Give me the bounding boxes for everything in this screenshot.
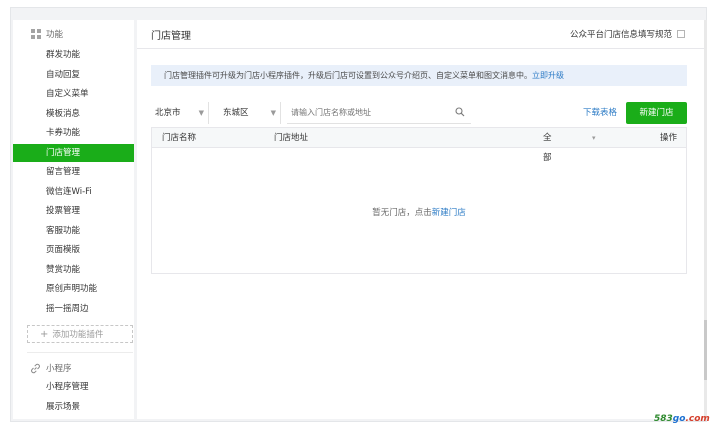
main-panel: 门店管理 公众平台门店信息填写规范 门店管理插件可升级为门店小程序插件，升级后门… xyxy=(137,20,705,419)
sidebar-item[interactable]: 摇一摇周边 xyxy=(13,300,134,318)
grid-icon xyxy=(30,29,41,40)
sidebar-item[interactable]: 客服功能 xyxy=(13,222,134,240)
chevron-down-icon: ▼ xyxy=(198,109,204,117)
sidebar-item[interactable]: 微信连Wi-Fi xyxy=(13,183,134,201)
download-table-link[interactable]: 下载表格 xyxy=(583,102,617,124)
sidebar-item-label: 赞赏功能 xyxy=(46,264,81,275)
spec-checkbox-icon xyxy=(677,30,685,38)
sidebar-item[interactable]: 群发功能 xyxy=(13,46,134,64)
title-divider xyxy=(137,48,705,49)
page-title: 门店管理 xyxy=(151,31,191,42)
sidebar-group-label: 功能 xyxy=(46,30,64,40)
upgrade-link[interactable]: 立即升级 xyxy=(532,71,564,80)
empty-text: 暂无门店，点击 xyxy=(372,208,432,218)
sidebar-item-label: 自定义菜单 xyxy=(46,89,89,99)
sidebar-item-label: 页面模版 xyxy=(46,245,81,255)
sidebar-item-label: 卡券功能 xyxy=(46,128,81,138)
spec-link[interactable]: 公众平台门店信息填写规范 xyxy=(570,28,685,40)
chevron-down-icon: ▾ xyxy=(592,134,596,142)
sidebar-group-miniprogram: 小程序 xyxy=(13,359,134,377)
sidebar-item-label: 投票管理 xyxy=(46,206,81,216)
sidebar-item-label: 原创声明功能 xyxy=(46,284,98,294)
search-input[interactable] xyxy=(287,102,471,124)
sidebar-item-label: 展示场景 xyxy=(46,402,81,412)
sidebar-item-label: 自动回复 xyxy=(46,69,81,80)
sidebar-item[interactable]: 原创声明功能 xyxy=(13,280,134,298)
scrollbar-thumb[interactable] xyxy=(704,320,707,380)
sidebar-item-label: 客服功能 xyxy=(46,225,81,236)
new-store-button[interactable]: 新建门店 xyxy=(626,102,687,124)
sidebar-group-label: 小程序 xyxy=(46,364,72,374)
sidebar-item-label: 小程序管理 xyxy=(46,382,89,392)
sidebar-item[interactable]: 自定义菜单 xyxy=(13,85,134,103)
spec-label: 公众平台门店信息填写规范 xyxy=(569,30,672,40)
sidebar-item[interactable]: 赞赏功能 xyxy=(13,261,134,279)
add-plugin-label: 添加功能插件 xyxy=(52,330,104,340)
empty-state: 暂无门店，点击新建门店 xyxy=(152,206,686,218)
sidebar-item[interactable]: 留言管理 xyxy=(13,163,134,181)
col-store-address: 门店地址 xyxy=(274,133,309,143)
sidebar-group-function: 功能 xyxy=(13,25,134,43)
col-action: 操作 xyxy=(660,133,678,143)
city-select-value: 北京市 xyxy=(155,108,181,118)
sidebar-item[interactable]: 门店管理 xyxy=(13,143,134,162)
sidebar-item[interactable]: 投票管理 xyxy=(13,202,134,220)
sidebar-item[interactable]: 模板消息 xyxy=(13,105,134,123)
sidebar-divider xyxy=(27,352,133,353)
sidebar-item-label: 摇一摇周边 xyxy=(46,303,89,314)
district-select[interactable]: 东城区 ▼ xyxy=(219,102,281,124)
sidebar-item-display-scene[interactable]: 展示场景 xyxy=(13,398,134,416)
watermark-logo: 583go.com xyxy=(654,414,710,424)
sidebar-item-label: 微信连Wi-Fi xyxy=(46,186,92,197)
notice-bar: 门店管理插件可升级为门店小程序插件，升级后门店可设置到公众号介绍页、自定义菜单和… xyxy=(151,65,687,86)
chevron-down-icon: ▼ xyxy=(270,109,276,117)
sidebar: 功能 群发功能自动回复自定义菜单模板消息卡券功能门店管理留言管理微信连Wi-Fi… xyxy=(13,20,134,419)
store-table: 门店名称 门店地址 全部 ▾ 操作 暂无门店，点击新建门店 xyxy=(151,127,687,274)
empty-new-store-link[interactable]: 新建门店 xyxy=(432,208,466,218)
sidebar-item[interactable]: 卡券功能 xyxy=(13,124,134,142)
sidebar-item-miniprogram-manage[interactable]: 小程序管理 xyxy=(13,378,134,396)
city-select[interactable]: 北京市 ▼ xyxy=(151,102,209,124)
sidebar-item[interactable]: 自动回复 xyxy=(13,66,134,84)
link-icon xyxy=(30,363,41,374)
notice-text: 门店管理插件可升级为门店小程序插件，升级后门店可设置到公众号介绍页、自定义菜单和… xyxy=(164,71,532,80)
district-select-value: 东城区 xyxy=(223,108,249,118)
sidebar-item-label: 群发功能 xyxy=(46,50,81,60)
table-header: 门店名称 门店地址 全部 ▾ 操作 xyxy=(152,128,686,163)
sidebar-item-label: 模板消息 xyxy=(46,108,81,119)
add-plugin-button[interactable]: + 添加功能插件 xyxy=(27,325,133,343)
sidebar-item[interactable]: 页面模版 xyxy=(13,241,134,259)
col-store-name: 门店名称 xyxy=(162,133,197,143)
status-filter-label: 全部 xyxy=(543,133,552,163)
plus-icon: + xyxy=(40,328,49,340)
filter-row: 北京市 ▼ 东城区 ▼ 下载表格 新建门店 xyxy=(151,102,687,124)
sidebar-item-label: 门店管理 xyxy=(46,147,81,158)
search-icon[interactable] xyxy=(455,107,465,117)
sidebar-item-label: 留言管理 xyxy=(46,167,81,177)
